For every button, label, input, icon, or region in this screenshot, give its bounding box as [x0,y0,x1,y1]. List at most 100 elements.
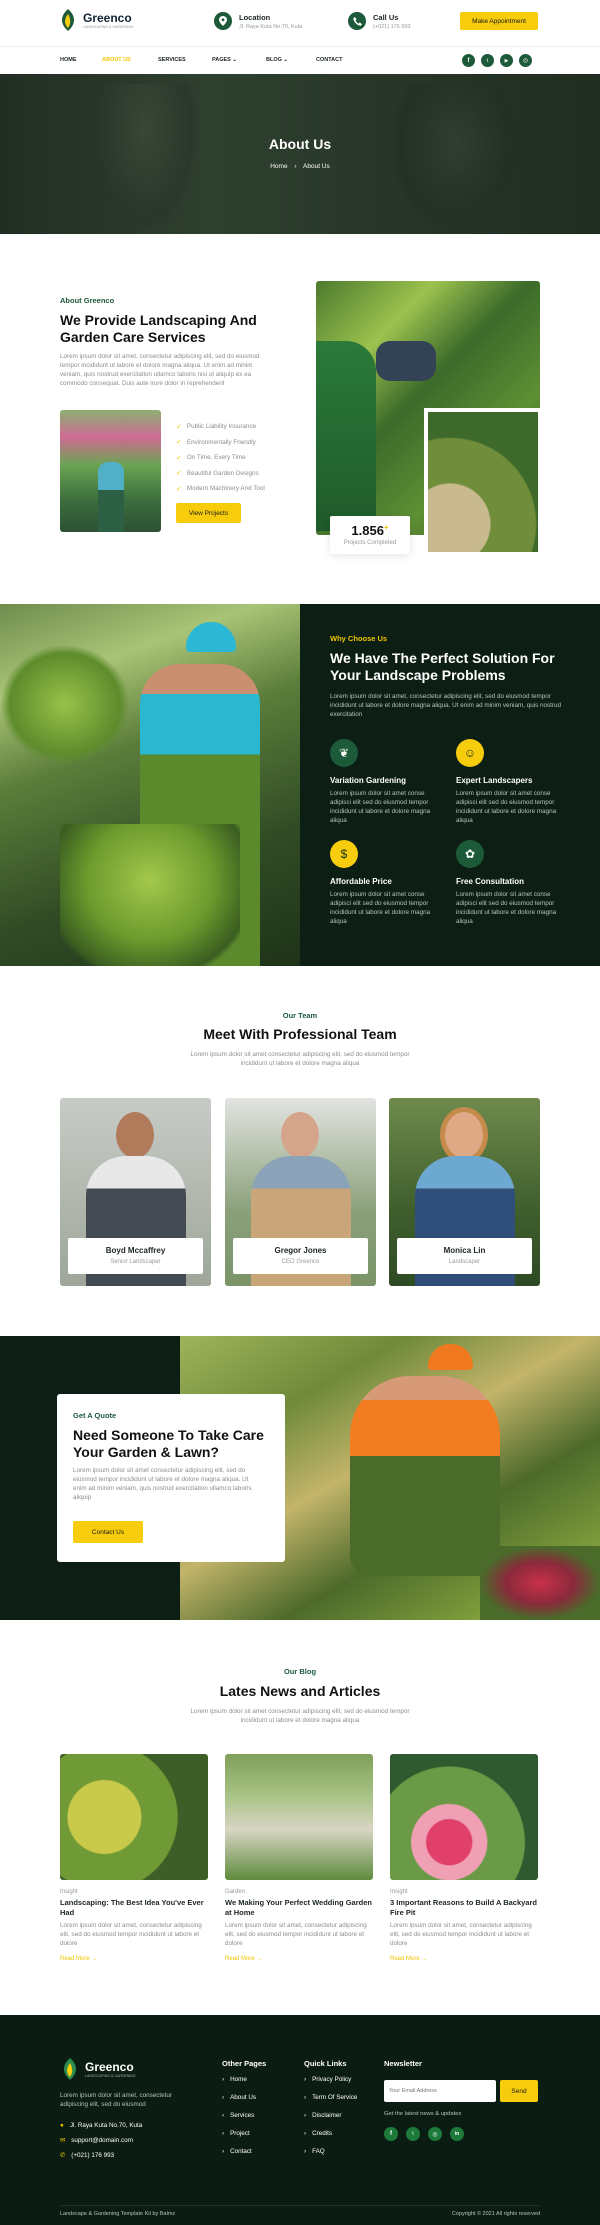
worker-body [350,1376,500,1576]
nav-blog[interactable]: BLOG ⌄ [266,57,316,63]
footer: Greenco Landscaping & Gardening Lorem ips… [0,2015,600,2225]
leaf-logo-icon [64,2058,76,2080]
newsletter-note: Get the latest news & updates [384,2111,462,2117]
member-name: Boyd Mccaffrey [105,1246,166,1255]
newsletter-email-input[interactable] [384,2080,496,2102]
gardener-figure [98,462,124,532]
stat-value: 1.856 [351,523,384,538]
location-value: Jl. Raya Kuta No.70, Kuta [239,23,303,30]
read-more-link[interactable]: Read More → [390,1956,538,1962]
footer-link[interactable]: › Privacy Policy [304,2076,357,2094]
facebook-icon[interactable]: f [384,2127,398,2141]
team-card[interactable]: Gregor Jones CEO Greenco [225,1098,376,1286]
blog-section: Our Blog Lates News and Articles Lorem i… [0,1620,600,2015]
view-projects-button[interactable]: View Projects [176,503,241,523]
member-head [445,1112,483,1158]
nav-bar: HOME ABOUT US SERVICES PAGES ⌄ BLOG ⌄ CO… [0,46,600,74]
member-info: Boyd Mccaffrey Senior Landscaper [68,1238,203,1274]
nav-services[interactable]: SERVICES [158,57,212,63]
blog-title: Lates News and Articles [219,1683,381,1699]
nav-pages[interactable]: PAGES ⌄ [212,57,266,63]
brand-logo[interactable]: Greenco Landscaping & Gardening [58,8,134,32]
shrub [60,824,240,966]
consult-icon: ✿ [456,840,484,868]
about-eyebrow: About Greenco [60,296,115,305]
footer-address: ● Jl. Raya Kuta No.70, Kuta [60,2122,142,2129]
twitter-icon[interactable]: t [406,2127,420,2141]
nav-home[interactable]: HOME [60,57,102,63]
blog-text: Lorem ipsum dolor sit amet consectetur a… [190,1708,410,1724]
quote-card: Get A Quote Need Someone To Take Care Yo… [57,1394,285,1562]
blog-excerpt: Lorem ipsum dolor sit amet, consectetur … [390,1922,532,1947]
footer-link[interactable]: › Contact [222,2148,266,2166]
location-pin-icon: ● [60,2122,64,2129]
why-photo [0,604,300,966]
about-text: Lorem ipsum dolor sit amet, consectetur … [60,353,260,387]
footer-logo[interactable]: Greenco Landscaping & Gardening [60,2057,136,2081]
call-label: Call Us [373,12,399,22]
footer-col-title: Quick Links [304,2059,347,2068]
member-info: Gregor Jones CEO Greenco [233,1238,368,1274]
contact-us-button[interactable]: Contact Us [73,1521,143,1543]
feature-text: Lorem ipsum dolor sit amet conse adipisc… [330,790,431,824]
blog-card[interactable]: Insight 3 Important Reasons to Build A B… [390,1754,538,1962]
footer-phone[interactable]: ✆ (+021) 176 993 [60,2152,114,2159]
blog-image [390,1754,538,1880]
call-value[interactable]: (+021) 176 993 [373,24,410,30]
newsletter-send-button[interactable]: Send [500,2080,538,2102]
footer-link[interactable]: › Term Of Service [304,2094,357,2112]
footer-link[interactable]: › Home [222,2076,266,2094]
why-eyebrow: Why Choose Us [330,634,388,643]
blog-excerpt: Lorem ipsum dolor sit amet, consectetur … [225,1922,367,1947]
blog-post-title[interactable]: Landscaping: The Best Idea You've Ever H… [60,1898,208,1918]
youtube-icon[interactable]: ▶ [500,54,513,67]
breadcrumb-home[interactable]: Home [270,163,287,170]
team-title: Meet With Professional Team [203,1026,397,1042]
footer-link[interactable]: › Services [222,2112,266,2130]
footer-link[interactable]: › FAQ [304,2148,357,2166]
facebook-icon[interactable]: f [462,54,475,67]
brand-tagline: Landscaping & Gardening [83,25,134,29]
blog-category: Insight [390,1889,408,1895]
linkedin-icon[interactable]: in [450,2127,464,2141]
blog-card[interactable]: Garden We Making Your Perfect Wedding Ga… [225,1754,373,1962]
team-text: Lorem ipsum dolor sit amet consectetur a… [190,1051,410,1067]
phone-icon [348,12,366,30]
nav-about[interactable]: ABOUT US [102,57,158,63]
feature-consult: ✿ Free Consultation Lorem ipsum dolor si… [456,840,571,926]
newsletter-title: Newsletter [384,2059,422,2068]
blog-post-title[interactable]: We Making Your Perfect Wedding Garden at… [225,1898,373,1918]
twitter-icon[interactable]: t [481,54,494,67]
team-card[interactable]: Monica Lin Landscaper [389,1098,540,1286]
brand-tagline: Landscaping & Gardening [85,2074,136,2078]
footer-link[interactable]: › Project [222,2130,266,2148]
quote-text: Lorem ipsum dolor sit amet consectetur a… [73,1467,252,1501]
arrow-right-icon: → [91,1956,98,1962]
leaf-icon: ❦ [330,739,358,767]
blog-card[interactable]: Insight Landscaping: The Best Idea You'v… [60,1754,208,1962]
nav-contact[interactable]: CONTACT [316,57,342,63]
footer-link[interactable]: › Credits [304,2130,357,2148]
about-list-item: On Time, Every Time [186,454,246,462]
blog-post-title[interactable]: 3 Important Reasons to Build A Backyard … [390,1898,538,1918]
footer-email[interactable]: ✉ support@domain.com [60,2137,133,2144]
read-more-link[interactable]: Read More → [60,1956,208,1962]
team-eyebrow: Our Team [282,1011,318,1020]
about-list-item: Environmentally Friendly [186,438,256,446]
instagram-icon[interactable]: ◎ [519,54,532,67]
check-icon: ✓ [176,454,182,462]
member-info: Monica Lin Landscaper [397,1238,532,1274]
footer-col-pages: Other Pages › Home › About Us › Services › P… [222,2059,266,2166]
instagram-icon[interactable]: ◎ [428,2127,442,2141]
chevron-right-icon: › [294,163,297,170]
chevron-down-icon: ⌄ [232,57,237,63]
make-appointment-button[interactable]: Make Appointment [460,12,538,30]
feature-text: Lorem ipsum dolor sit amet conse adipisc… [330,891,431,925]
team-card[interactable]: Boyd Mccaffrey Senior Landscaper [60,1098,211,1286]
footer-link[interactable]: › Disclaimer [304,2112,357,2130]
bonsai-tree [0,644,130,764]
footer-link[interactable]: › About Us [222,2094,266,2112]
read-more-link[interactable]: Read More → [225,1956,373,1962]
check-icon: ✓ [176,470,182,478]
feature-title: Expert Landscapers [456,776,533,785]
